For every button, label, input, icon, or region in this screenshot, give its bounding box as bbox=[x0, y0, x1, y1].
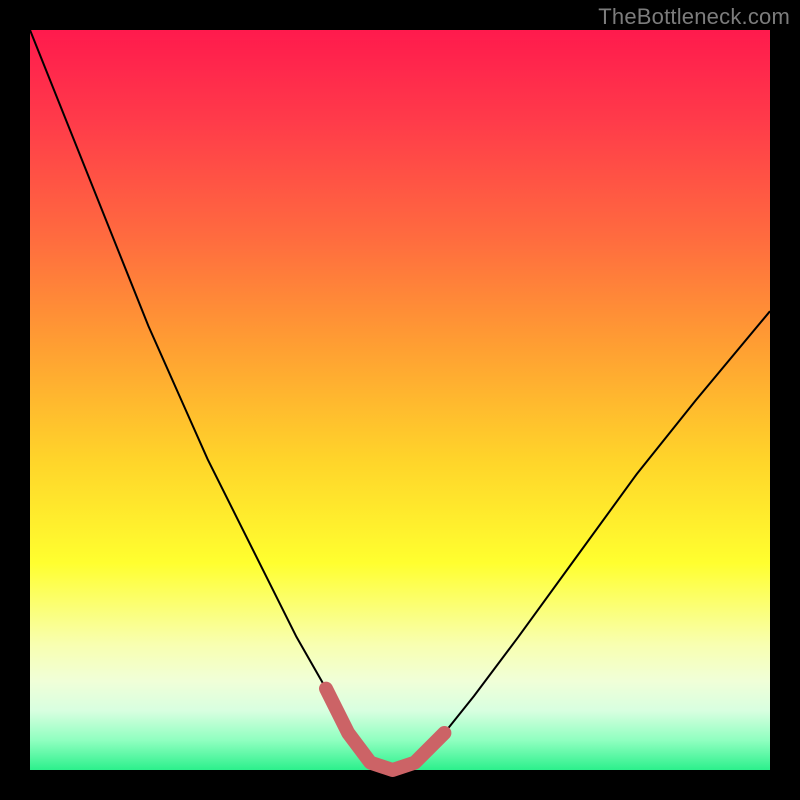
plot-area bbox=[30, 30, 770, 770]
chart-svg bbox=[30, 30, 770, 770]
watermark-label: TheBottleneck.com bbox=[598, 4, 790, 30]
bottleneck-curve bbox=[30, 30, 770, 770]
outer-frame: TheBottleneck.com bbox=[0, 0, 800, 800]
optimal-zone-highlight bbox=[326, 689, 444, 770]
